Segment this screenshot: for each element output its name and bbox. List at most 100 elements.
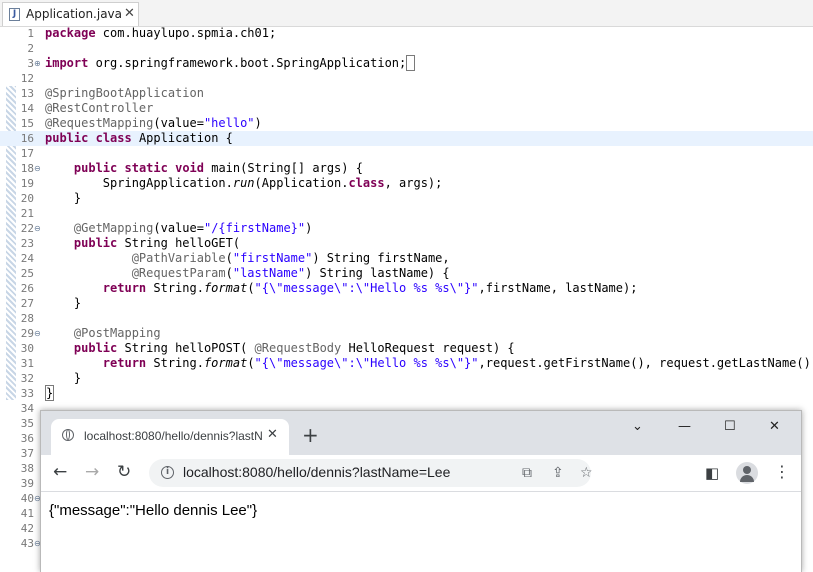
browser-tab[interactable]: localhost:8080/hello/dennis?lastName=Lee… xyxy=(51,419,289,455)
code-line[interactable]: 2 xyxy=(0,41,813,56)
json-response-text: {"message":"Hello dennis Lee"} xyxy=(49,502,258,519)
code-line[interactable]: 19 SpringApplication.run(Application.cla… xyxy=(0,176,813,191)
code-text: package com.huaylupo.spmia.ch01; xyxy=(45,26,277,40)
line-number: 31 xyxy=(20,357,34,370)
line-number: 14 xyxy=(20,102,34,115)
code-line[interactable]: 31 return String.format("{\"message\":\"… xyxy=(0,356,813,371)
close-window-button[interactable]: ✕ xyxy=(769,419,780,434)
code-text: return String.format("{\"message\":\"Hel… xyxy=(102,356,813,370)
code-line[interactable]: 29 ⊖ @PostMapping xyxy=(0,326,813,341)
line-number: 25 xyxy=(20,267,34,280)
code-line[interactable]: 28 xyxy=(0,311,813,326)
code-line[interactable]: 32 } xyxy=(0,371,813,386)
share-icon[interactable]: ⇪ xyxy=(552,465,564,481)
line-number: 35 xyxy=(20,417,34,430)
line-number: 41 xyxy=(20,507,34,520)
editor-tab-bar: J Application.java ✕ xyxy=(0,0,813,27)
line-number: 37 xyxy=(20,447,34,460)
code-line[interactable]: 13 @SpringBootApplication xyxy=(0,86,813,101)
expand-fold-icon[interactable]: ⊕ xyxy=(34,59,41,68)
code-text: @PostMapping xyxy=(73,326,161,340)
close-icon[interactable]: ✕ xyxy=(124,6,135,21)
line-number: 34 xyxy=(20,402,34,415)
collapse-fold-icon[interactable]: ⊖ xyxy=(34,329,41,338)
line-number: 42 xyxy=(20,522,34,535)
code-line[interactable]: 3 ⊕ import org.springframework.boot.Spring… xyxy=(0,55,813,71)
new-tab-button[interactable]: + xyxy=(302,425,319,445)
line-number: 40 xyxy=(20,492,34,505)
code-line[interactable]: 25 @RequestParam("lastName") String last… xyxy=(0,266,813,281)
line-number: 28 xyxy=(20,312,34,325)
line-number: 38 xyxy=(20,462,34,475)
code-text: @RestController xyxy=(45,101,154,115)
collapse-fold-icon[interactable]: ⊖ xyxy=(34,224,41,233)
code-line[interactable]: 18 ⊖ public static void main(String[] arg… xyxy=(0,161,813,176)
line-number: 27 xyxy=(20,297,34,310)
code-text: return String.format("{\"message\":\"Hel… xyxy=(102,281,638,295)
side-panel-icon[interactable]: ◧ xyxy=(705,464,719,482)
collapse-fold-icon[interactable]: ⊖ xyxy=(34,164,41,173)
code-text: @GetMapping(value="/{firstName}") xyxy=(73,221,313,235)
code-text: SpringApplication.run(Application.class,… xyxy=(45,176,443,190)
code-line[interactable]: 24 @PathVariable("firstName") String fir… xyxy=(0,251,813,266)
code-line[interactable]: 20 } xyxy=(0,191,813,206)
code-text: } xyxy=(45,191,82,205)
code-line[interactable]: 22 ⊖ @GetMapping(value="/{firstName}") xyxy=(0,221,813,236)
code-line[interactable]: 1 package com.huaylupo.spmia.ch01; xyxy=(0,26,813,41)
code-line[interactable]: 30 public String helloPOST( @RequestBody… xyxy=(0,341,813,356)
editor-tab-application-java[interactable]: J Application.java ✕ xyxy=(2,2,139,26)
line-number: 24 xyxy=(20,252,34,265)
address-bar[interactable]: i localhost:8080/hello/dennis?lastName=L… xyxy=(149,459,593,487)
line-number: 23 xyxy=(20,237,34,250)
line-number: 3 xyxy=(27,57,34,70)
code-line[interactable]: 23 public String helloGET( xyxy=(0,236,813,251)
code-line[interactable]: 21 xyxy=(0,206,813,221)
back-icon[interactable]: ← xyxy=(53,463,67,481)
line-number: 19 xyxy=(20,177,34,190)
code-line[interactable]: 33} xyxy=(0,385,813,401)
tab-search-chevron-icon[interactable]: ⌄ xyxy=(632,419,643,434)
code-line[interactable]: 12 xyxy=(0,71,813,86)
menu-icon[interactable]: ⋮ xyxy=(774,462,790,481)
bookmark-star-icon[interactable]: ☆ xyxy=(580,465,593,481)
line-number: 15 xyxy=(20,117,34,130)
line-number: 18 xyxy=(20,162,34,175)
code-line[interactable]: 15 @RequestMapping(value="hello") xyxy=(0,116,813,131)
minimize-button[interactable]: — xyxy=(678,419,691,434)
line-number: 39 xyxy=(20,477,34,490)
line-number: 29 xyxy=(20,327,34,340)
code-line[interactable]: 16 public class Application { xyxy=(0,131,813,146)
code-line[interactable]: 17 xyxy=(0,146,813,161)
profile-icon[interactable] xyxy=(736,462,758,484)
browser-tab-title: localhost:8080/hello/dennis?lastName=Lee xyxy=(84,429,262,443)
line-number: 26 xyxy=(20,282,34,295)
line-number: 21 xyxy=(20,207,34,220)
site-info-icon[interactable]: i xyxy=(161,466,174,479)
code-text: } xyxy=(45,296,82,310)
code-text: public String helloPOST( @RequestBody He… xyxy=(73,341,515,355)
code-text: } xyxy=(45,385,55,401)
close-icon[interactable]: ✕ xyxy=(267,427,278,442)
line-number: 22 xyxy=(20,222,34,235)
code-text: @RequestParam("lastName") String lastNam… xyxy=(131,266,450,280)
code-text: import org.springframework.boot.SpringAp… xyxy=(45,55,416,71)
line-number: 2 xyxy=(27,42,34,55)
code-text: @SpringBootApplication xyxy=(45,86,204,100)
line-number: 33 xyxy=(20,387,34,400)
line-number: 32 xyxy=(20,372,34,385)
maximize-button[interactable]: ☐ xyxy=(724,419,736,434)
forward-icon[interactable]: → xyxy=(85,463,99,481)
line-number: 30 xyxy=(20,342,34,355)
line-number: 1 xyxy=(27,27,34,40)
line-number: 16 xyxy=(20,132,34,145)
globe-icon xyxy=(62,429,74,441)
page-content: {"message":"Hello dennis Lee"} xyxy=(41,492,801,572)
reload-icon[interactable]: ↻ xyxy=(117,463,131,481)
chrome-window: localhost:8080/hello/dennis?lastName=Lee… xyxy=(40,410,802,572)
code-text: @RequestMapping(value="hello") xyxy=(45,116,262,130)
code-line[interactable]: 26 return String.format("{\"message\":\"… xyxy=(0,281,813,296)
code-line[interactable]: 27 } xyxy=(0,296,813,311)
translate-icon[interactable]: ⧉ xyxy=(522,465,532,481)
url-text[interactable]: localhost:8080/hello/dennis?lastName=Lee xyxy=(183,464,450,480)
code-line[interactable]: 14 @RestController xyxy=(0,101,813,116)
